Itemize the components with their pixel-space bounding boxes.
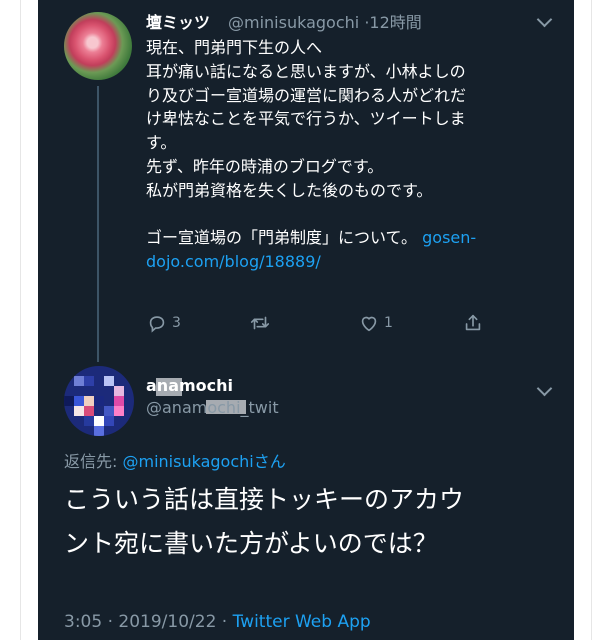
tweet-line: ント宛に書いた方がよいのでは？ bbox=[64, 529, 438, 558]
retweet-button[interactable] bbox=[249, 312, 275, 334]
link-prefix-text: ゴー宣道場の「門弟制度」について。 bbox=[146, 228, 423, 248]
retweet-icon bbox=[250, 316, 270, 330]
like-button[interactable]: 1 bbox=[358, 312, 393, 334]
tweet-line: す。 bbox=[146, 133, 177, 153]
tweet-line: 先ず、昨年の時浦のブログです。 bbox=[146, 156, 384, 176]
avatar[interactable] bbox=[64, 366, 134, 436]
handle-text: @minisukagochi bbox=[228, 13, 360, 32]
tweet-line: け卑怯なことを平気で行うか、ツイートしま bbox=[146, 109, 466, 129]
reply-to-label: 返信先: bbox=[64, 452, 123, 471]
author-handle[interactable]: @minisukagochi ·12時間 bbox=[228, 9, 422, 33]
tweet-body: こういう話は直接トッキーのアカウ ント宛に書いた方がよいのでは？ bbox=[64, 478, 564, 566]
tweet-body: 現在、門弟門下生の人へ 耳が痛い話になると思いますが、小林よしの り及びゴー宣道… bbox=[146, 36, 566, 274]
reply-count: 3 bbox=[172, 315, 181, 331]
timestamp[interactable]: 12時間 bbox=[369, 13, 421, 32]
author-name[interactable]: 壇ミッツ bbox=[146, 9, 210, 33]
tweet-line: ゴー宣道場の「門弟制度」について。 gosen- bbox=[146, 226, 566, 250]
tweet-line: 私が門弟資格を失くした後のものです。 bbox=[146, 180, 433, 200]
tweet-line: こういう話は直接トッキーのアカウ bbox=[64, 485, 465, 514]
tweet-line: 現在、門弟門下生の人へ bbox=[146, 38, 323, 57]
like-count: 1 bbox=[384, 315, 393, 331]
reply-icon bbox=[149, 316, 165, 333]
page-frame-right-border bbox=[591, 0, 592, 640]
like-icon bbox=[361, 316, 377, 332]
author-name[interactable]: anamochi bbox=[146, 376, 233, 395]
separator: · bbox=[107, 612, 113, 632]
share-icon bbox=[465, 314, 481, 331]
tweet-line: り及びゴー宣道場の運営に関わる人がどれだ bbox=[146, 85, 467, 105]
blog-link[interactable]: dojo.com/blog/18889/ bbox=[146, 252, 321, 271]
tweet-time[interactable]: 3:05 bbox=[64, 612, 102, 632]
reply-button[interactable]: 3 bbox=[146, 312, 181, 334]
thread-connector-line bbox=[97, 86, 99, 362]
page-frame-left-border bbox=[20, 0, 21, 640]
blog-link[interactable]: gosen- bbox=[422, 228, 476, 247]
tweet-line bbox=[146, 203, 566, 227]
tweet-actions: 3 1 bbox=[146, 312, 566, 338]
avatar[interactable] bbox=[64, 12, 132, 80]
tweet-date[interactable]: 2019/10/22 bbox=[118, 612, 216, 632]
share-button[interactable] bbox=[462, 312, 484, 334]
chevron-down-icon[interactable] bbox=[536, 380, 553, 397]
replying-to: 返信先: @minisukagochiさん bbox=[64, 448, 286, 472]
tweet-line: 耳が痛い話になると思いますが、小林よしの bbox=[146, 61, 466, 81]
separator: · bbox=[221, 612, 228, 632]
author-handle[interactable]: @anamochi_twit bbox=[146, 398, 279, 417]
tweet-metadata: 3:05 · 2019/10/22 · Twitter Web App bbox=[64, 612, 371, 632]
tweet-line: dojo.com/blog/18889/ bbox=[146, 250, 566, 274]
reply-mention-link[interactable]: @minisukagochiさん bbox=[122, 452, 285, 471]
tweet-thread-panel: 壇ミッツ @minisukagochi ·12時間 現在、門弟門下生の人へ 耳が… bbox=[38, 0, 574, 640]
chevron-down-icon[interactable] bbox=[536, 11, 553, 28]
source-app-link[interactable]: Twitter Web App bbox=[233, 612, 371, 632]
